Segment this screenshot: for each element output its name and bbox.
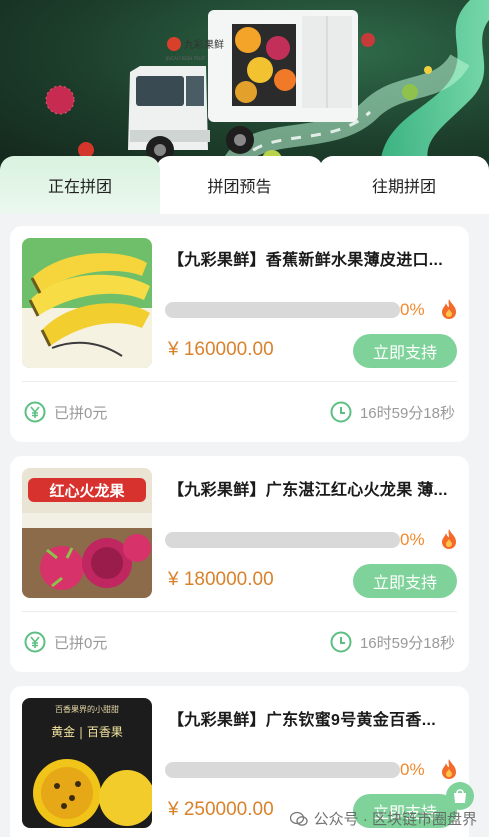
product-image-dragon-fruit[interactable]: 红心火龙果 [22,468,152,598]
joined-text: 已拼0元 [54,634,108,652]
clock-icon [330,631,352,653]
yen-coin-icon [24,631,46,653]
countdown: 16时59分18秒 [330,630,455,654]
svg-text:九彩果鲜: 九彩果鲜 [184,38,224,51]
product-card[interactable]: 红心火龙果 【九彩果鲜】广东湛江红心火龙果 薄... 0% ¥ 180000.0… [10,456,469,672]
svg-text:百香果界的小甜甜: 百香果界的小甜甜 [55,704,119,714]
product-price: ¥ 180000.00 [168,569,274,590]
fire-icon [442,759,456,779]
product-title[interactable]: 【九彩果鲜】广东湛江红心火龙果 薄... [168,476,458,500]
product-image-passion-fruit[interactable]: 百香果界的小甜甜 黄金 | 百香果 [22,698,152,828]
countdown: 16时59分18秒 [330,400,455,424]
tab-label: 拼团预告 [207,179,272,196]
fire-icon [442,299,456,319]
countdown-text: 16时59分18秒 [359,404,455,422]
tab-past[interactable]: 往期拼团 [319,156,489,214]
wechat-icon [289,811,308,826]
svg-text:JIUCAI FRESH FRUIT: JIUCAI FRESH FRUIT [165,56,206,61]
divider [22,611,457,612]
dragon-fruit-image: 红心火龙果 [22,468,152,598]
progress-percent: 0% [400,530,425,549]
svg-text:黄金 | 百香果: 黄金 | 百香果 [51,724,123,739]
banana-image [22,238,152,368]
clock-icon [330,401,352,423]
product-image-banana[interactable] [22,238,152,368]
tab-upcoming[interactable]: 拼团预告 [156,156,323,214]
watermark-text: 公众号 · 区块链市圈盘界 [313,811,477,828]
tab-label: 正在拼团 [47,179,112,196]
support-now-button[interactable]: 立即支持 [353,334,457,368]
progress-bar [165,532,400,548]
product-price: ¥ 160000.00 [168,339,274,360]
delivery-truck-illustration: 九彩果鲜 JIUCAI FRESH FRUIT [45,0,489,170]
joined-text: 已拼0元 [54,404,108,422]
product-title[interactable]: 【九彩果鲜】香蕉新鲜水果薄皮进口... [168,246,458,270]
product-card[interactable]: 【九彩果鲜】香蕉新鲜水果薄皮进口... 0% ¥ 160000.00 立即支持 … [10,226,469,442]
product-title[interactable]: 【九彩果鲜】广东钦蜜9号黄金百香... [168,706,458,730]
progress-percent: 0% [400,760,425,779]
progress-percent: 0% [400,300,425,319]
svg-text:红心火龙果: 红心火龙果 [49,482,125,500]
countdown-text: 16时59分18秒 [359,634,455,652]
tab-ongoing[interactable]: 正在拼团 [0,156,160,214]
tab-label: 往期拼团 [371,179,436,196]
joined-amount: 已拼0元 [24,630,107,654]
fire-icon [442,529,456,549]
passion-fruit-image: 百香果界的小甜甜 黄金 | 百香果 [22,698,152,828]
support-now-button[interactable]: 立即支持 [353,564,457,598]
progress-bar [165,302,400,318]
yen-coin-icon [24,401,46,423]
progress-bar [165,762,400,778]
joined-amount: 已拼0元 [24,400,107,424]
watermark: 公众号 · 区块链市圈盘界 [289,808,477,829]
group-buy-tabs: 往期拼团 拼团预告 正在拼团 [0,156,489,214]
product-price: ¥ 250000.00 [168,799,274,820]
cart-bag-icon[interactable] [445,781,475,811]
divider [22,381,457,382]
hero-banner: 九彩果鲜 JIUCAI FRESH FRUIT [0,0,489,170]
